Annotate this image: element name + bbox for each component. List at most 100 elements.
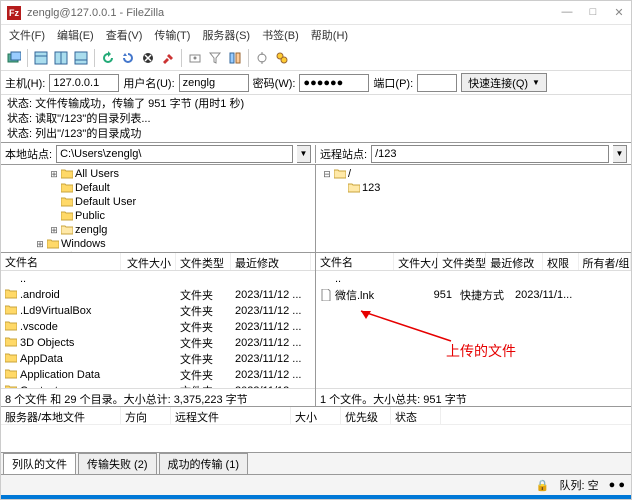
pass-input[interactable] bbox=[299, 74, 369, 92]
remote-path-dropdown[interactable]: ▼ bbox=[613, 145, 627, 163]
sync-browse-icon[interactable] bbox=[253, 49, 271, 67]
list-item[interactable]: .. bbox=[1, 271, 315, 287]
col-type[interactable]: 文件类型 bbox=[438, 253, 486, 270]
folder-icon bbox=[5, 369, 17, 381]
list-item[interactable]: 3D Objects文件夹2023/11/12 ... bbox=[1, 335, 315, 351]
list-item[interactable]: .Ld9VirtualBox文件夹2023/11/12 ... bbox=[1, 303, 315, 319]
file-mod: 2023/11/12 ... bbox=[231, 337, 311, 349]
qcol-status[interactable]: 状态 bbox=[391, 407, 441, 424]
menu-server[interactable]: 服务器(S) bbox=[198, 27, 254, 43]
host-input[interactable] bbox=[49, 74, 119, 92]
tab-succeeded[interactable]: 成功的传输 (1) bbox=[159, 453, 249, 474]
list-item[interactable]: .vscode文件夹2023/11/12 ... bbox=[1, 319, 315, 335]
queue-tabs: 列队的文件 传输失败 (2) 成功的传输 (1) bbox=[1, 453, 631, 475]
titlebar: Fz zenglg@127.0.0.1 - FileZilla — □ ✕ bbox=[1, 1, 631, 25]
expand-icon[interactable]: ⊞ bbox=[35, 237, 45, 251]
col-size[interactable]: 文件大小 bbox=[394, 253, 438, 270]
list-item[interactable]: .android文件夹2023/11/12 ... bbox=[1, 287, 315, 303]
expand-icon[interactable]: ⊞ bbox=[49, 167, 59, 181]
message-log[interactable]: 状态: 文件传输成功，传输了 951 字节 (用时1 秒) 状态: 读取"/12… bbox=[1, 95, 631, 143]
tab-queued[interactable]: 列队的文件 bbox=[3, 453, 76, 474]
file-name: AppData bbox=[20, 353, 63, 365]
close-button[interactable]: ✕ bbox=[613, 6, 625, 19]
remote-list-header: 文件名 文件大小 文件类型 最近修改 权限 所有者/组 bbox=[316, 253, 631, 271]
toggle-log-icon[interactable] bbox=[32, 49, 50, 67]
tree-item[interactable]: ⊟/ bbox=[318, 167, 629, 181]
file-name: .. bbox=[335, 273, 341, 285]
qcol-server[interactable]: 服务器/本地文件 bbox=[1, 407, 121, 424]
compare-icon[interactable] bbox=[226, 49, 244, 67]
file-type: 文件夹 bbox=[176, 383, 231, 388]
col-own[interactable]: 所有者/组 bbox=[579, 253, 632, 270]
qcol-dir[interactable]: 方向 bbox=[121, 407, 171, 424]
pass-label: 密码(W): bbox=[253, 75, 296, 91]
local-list-body[interactable]: ...android文件夹2023/11/12 ....Ld9VirtualBo… bbox=[1, 271, 315, 388]
qcol-size[interactable]: 大小 bbox=[291, 407, 341, 424]
tree-item[interactable]: ⊞zenglg bbox=[3, 223, 313, 237]
toggle-queue-icon[interactable] bbox=[72, 49, 90, 67]
col-perm[interactable]: 权限 bbox=[543, 253, 578, 270]
minimize-button[interactable]: — bbox=[561, 6, 573, 19]
qcol-prio[interactable]: 优先级 bbox=[341, 407, 391, 424]
tree-item[interactable]: ⊞All Users bbox=[3, 167, 313, 181]
local-path-input[interactable] bbox=[56, 145, 293, 163]
col-name[interactable]: 文件名 bbox=[1, 253, 121, 270]
local-tree[interactable]: ⊞All UsersDefaultDefault UserPublic⊞zeng… bbox=[1, 165, 316, 252]
port-input[interactable] bbox=[417, 74, 457, 92]
tab-failed[interactable]: 传输失败 (2) bbox=[78, 453, 157, 474]
file-name: .vscode bbox=[20, 321, 58, 333]
col-type[interactable]: 文件类型 bbox=[176, 253, 231, 270]
menu-edit[interactable]: 编辑(E) bbox=[53, 27, 98, 43]
list-item[interactable]: 微信.lnk951快捷方式2023/11/1... bbox=[316, 287, 631, 303]
menu-bookmarks[interactable]: 书签(B) bbox=[258, 27, 303, 43]
remote-tree[interactable]: ⊟/123 bbox=[316, 165, 631, 252]
reconnect-icon[interactable] bbox=[186, 49, 204, 67]
qcol-remote[interactable]: 远程文件 bbox=[171, 407, 291, 424]
col-mod[interactable]: 最近修改 bbox=[231, 253, 311, 270]
list-item[interactable]: AppData文件夹2023/11/12 ... bbox=[1, 351, 315, 367]
transfer-queue: 服务器/本地文件 方向 远程文件 大小 优先级 状态 bbox=[1, 407, 631, 453]
menu-file[interactable]: 文件(F) bbox=[5, 27, 49, 43]
list-item[interactable]: Application Data文件夹2023/11/12 ... bbox=[1, 367, 315, 383]
disconnect-icon[interactable] bbox=[159, 49, 177, 67]
remote-path-input[interactable] bbox=[371, 145, 609, 163]
find-icon[interactable] bbox=[273, 49, 291, 67]
tree-item[interactable]: ⊞Windows bbox=[3, 237, 313, 251]
file-type: 文件夹 bbox=[176, 287, 231, 303]
tree-item[interactable]: 123 bbox=[318, 181, 629, 195]
user-input[interactable] bbox=[179, 74, 249, 92]
remote-list-body[interactable]: ..微信.lnk951快捷方式2023/11/1...上传的文件 bbox=[316, 271, 631, 388]
maximize-button[interactable]: □ bbox=[587, 6, 599, 19]
menu-help[interactable]: 帮助(H) bbox=[307, 27, 352, 43]
col-name[interactable]: 文件名 bbox=[316, 253, 394, 270]
status-dots: ● ● bbox=[609, 479, 625, 491]
tree-item[interactable]: Public bbox=[3, 209, 313, 223]
toggle-tree-icon[interactable] bbox=[52, 49, 70, 67]
local-path-dropdown[interactable]: ▼ bbox=[297, 145, 311, 163]
lock-icon: 🔒 bbox=[536, 479, 550, 492]
local-footer: 8 个文件 和 29 个目录。大小总计: 3,375,223 字节 bbox=[1, 388, 315, 406]
menu-view[interactable]: 查看(V) bbox=[102, 27, 147, 43]
menu-transfer[interactable]: 传输(T) bbox=[150, 27, 194, 43]
list-item[interactable]: .. bbox=[316, 271, 631, 287]
col-size[interactable]: 文件大小 bbox=[121, 253, 176, 270]
file-mod: 2023/11/12 ... bbox=[231, 369, 311, 381]
filter-icon[interactable] bbox=[206, 49, 224, 67]
log-line: 状态: 读取"/123"的目录列表... bbox=[7, 112, 625, 127]
file-icon bbox=[320, 289, 332, 301]
site-manager-icon[interactable] bbox=[5, 49, 23, 67]
refresh-icon[interactable] bbox=[99, 49, 117, 67]
expand-icon[interactable]: ⊞ bbox=[21, 251, 31, 252]
queue-body[interactable] bbox=[1, 425, 631, 452]
cancel-icon[interactable] bbox=[139, 49, 157, 67]
tree-item[interactable]: Default User bbox=[3, 195, 313, 209]
expand-icon[interactable]: ⊞ bbox=[49, 223, 59, 237]
tree-label: 123 bbox=[362, 181, 380, 195]
expand-icon[interactable]: ⊟ bbox=[322, 167, 332, 181]
tree-item[interactable]: ⊞D: (代码) bbox=[3, 251, 313, 252]
quickconnect-button[interactable]: 快速连接(Q) ▼ bbox=[461, 73, 547, 92]
tree-item[interactable]: Default bbox=[3, 181, 313, 195]
list-item[interactable]: Contacts文件夹2023/11/12 ... bbox=[1, 383, 315, 388]
process-queue-icon[interactable] bbox=[119, 49, 137, 67]
col-mod[interactable]: 最近修改 bbox=[486, 253, 543, 270]
